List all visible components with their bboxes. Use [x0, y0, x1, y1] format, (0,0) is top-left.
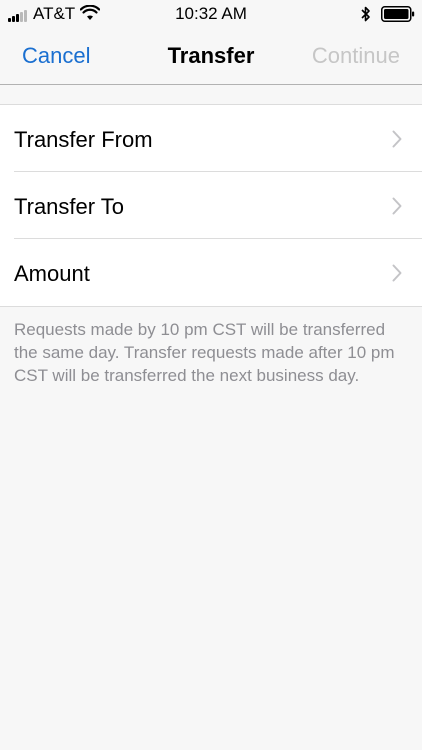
- transfer-to-label: Transfer To: [14, 194, 125, 219]
- amount-label: Amount: [14, 261, 90, 286]
- battery-icon: [381, 6, 415, 22]
- chevron-right-icon: [392, 130, 402, 148]
- transfer-to-row[interactable]: Transfer To: [0, 172, 422, 239]
- chevron-right-icon: [392, 197, 402, 215]
- bluetooth-icon: [361, 6, 370, 22]
- status-bar: AT&T 10:32 AM: [0, 0, 422, 30]
- continue-button[interactable]: Continue: [312, 43, 400, 69]
- transfer-from-label: Transfer From: [14, 127, 153, 152]
- amount-row[interactable]: Amount: [0, 239, 422, 306]
- chevron-right-icon: [392, 264, 402, 282]
- transfer-options-list: Transfer From Transfer To Amount: [0, 104, 422, 307]
- transfer-from-row[interactable]: Transfer From: [0, 105, 422, 172]
- navigation-bar: Cancel Transfer Continue: [0, 30, 422, 85]
- transfer-cutoff-note: Requests made by 10 pm CST will be trans…: [14, 320, 395, 385]
- clock: 10:32 AM: [175, 4, 247, 23]
